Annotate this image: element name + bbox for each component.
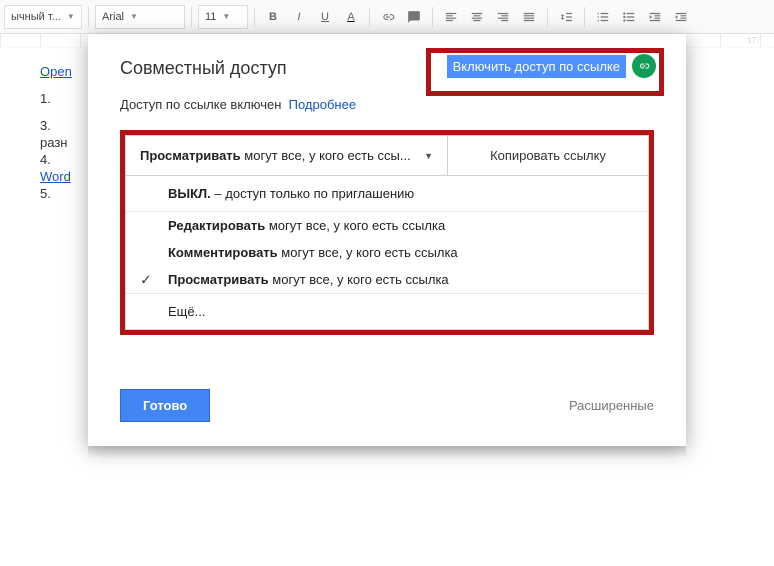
permission-option-edit[interactable]: Редактировать могут все, у кого есть ссы…: [126, 211, 648, 239]
modal-overlay: Совместный доступ Включить доступ по ссы…: [0, 0, 774, 566]
enable-link-row: Включить доступ по ссылке: [447, 54, 656, 78]
link-icon: [638, 60, 650, 72]
copy-link-button[interactable]: Копировать ссылку: [448, 136, 648, 175]
learn-more-link[interactable]: Подробнее: [289, 97, 356, 112]
chevron-down-icon: ▼: [424, 151, 433, 161]
permission-option-comment[interactable]: Комментировать могут все, у кого есть сс…: [126, 239, 648, 266]
permission-option-more[interactable]: Ещё...: [126, 293, 648, 329]
enable-link-button[interactable]: Включить доступ по ссылке: [447, 55, 626, 78]
permission-option-off[interactable]: ВЫКЛ. – доступ только по приглашению: [126, 176, 648, 211]
link-status-badge[interactable]: [632, 54, 656, 78]
check-icon: ✓: [140, 271, 152, 288]
permission-dropdown[interactable]: Просматривать могут все, у кого есть ссы…: [126, 136, 448, 175]
advanced-link[interactable]: Расширенные: [569, 398, 654, 413]
permissions-header: Просматривать могут все, у кого есть ссы…: [125, 135, 649, 175]
permission-options: ВЫКЛ. – доступ только по приглашению Ред…: [125, 175, 649, 330]
permissions-panel: Просматривать могут все, у кого есть ссы…: [120, 130, 654, 335]
status-text: Доступ по ссылке включен: [120, 97, 281, 112]
permission-option-view[interactable]: ✓ Просматривать могут все, у кого есть с…: [126, 266, 648, 293]
link-status-line: Доступ по ссылке включен Подробнее: [120, 97, 654, 112]
dialog-shadow: [88, 446, 686, 458]
done-button[interactable]: Готово: [120, 389, 210, 422]
permission-dropdown-label: Просматривать могут все, у кого есть ссы…: [140, 148, 411, 163]
dialog-footer: Готово Расширенные: [120, 389, 654, 422]
share-dialog: Совместный доступ Включить доступ по ссы…: [88, 34, 686, 446]
